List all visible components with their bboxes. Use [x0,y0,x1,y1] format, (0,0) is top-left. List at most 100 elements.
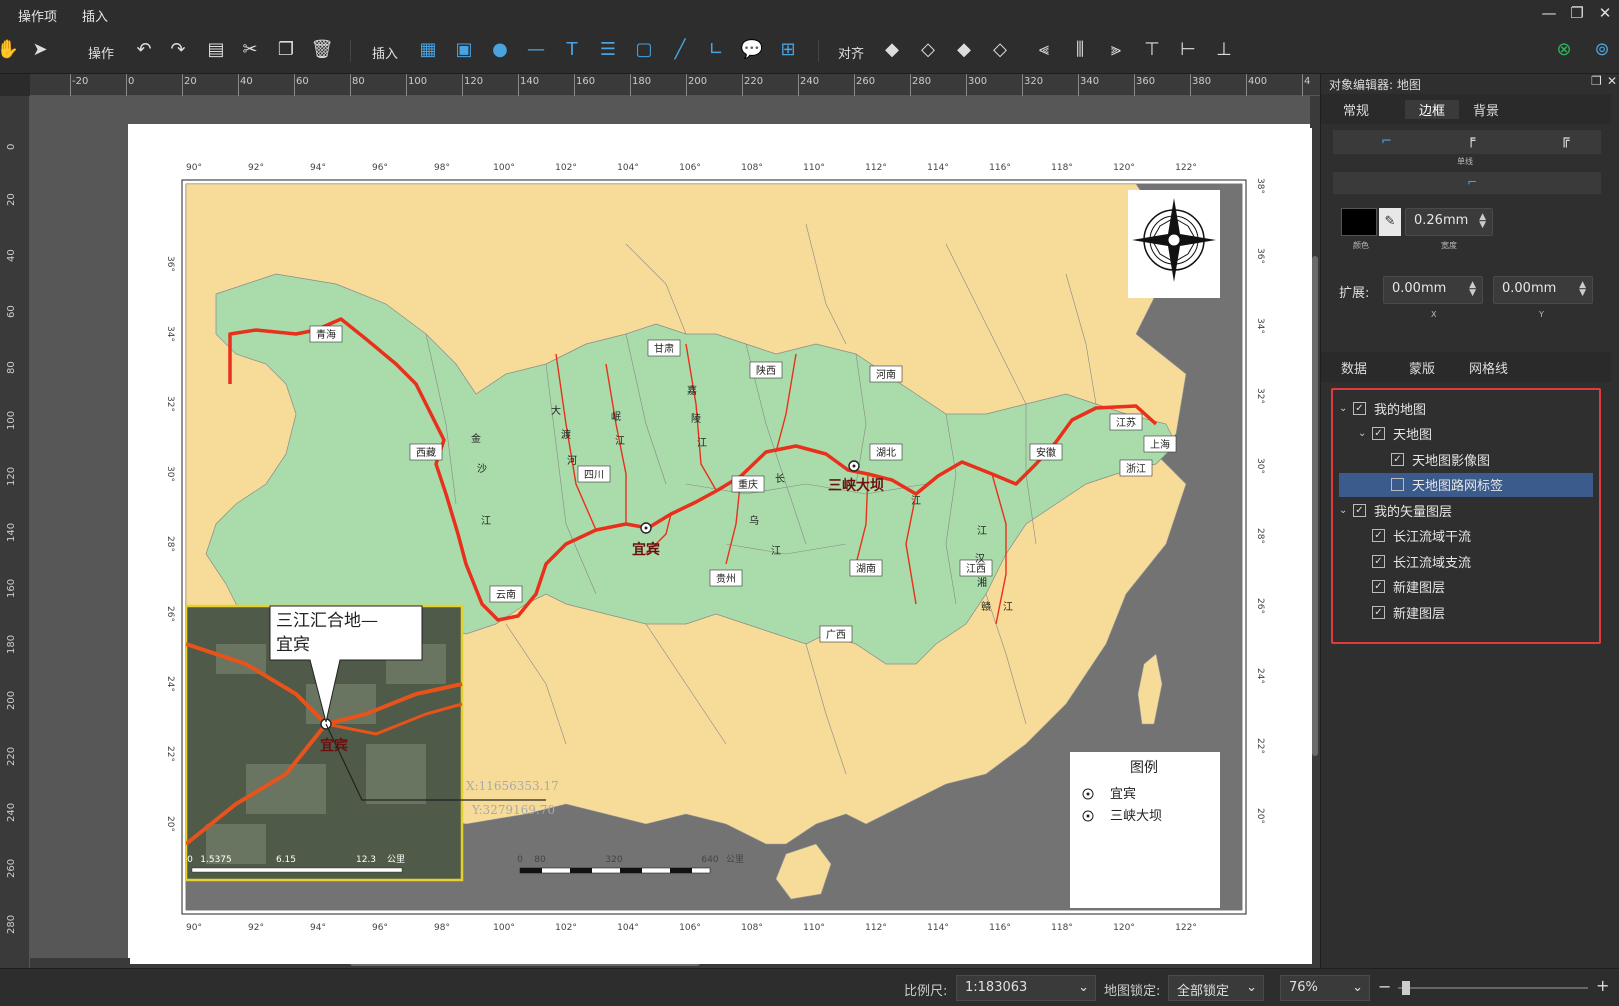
border-corner-icon-2[interactable]: ⌐ [1467,175,1477,189]
menu-ops[interactable]: 操作项 [18,6,57,25]
layer-top-icon[interactable]: ◆ [880,38,904,62]
bottom-lon-label: 110° [803,923,825,933]
link-icon[interactable]: ⊗ [1552,38,1576,62]
overlap-icon[interactable]: ⊚ [1590,38,1614,62]
tab-grid[interactable]: 网格线 [1469,358,1508,377]
expand-x-spin-icon[interactable]: ▲ ▼ [1469,281,1476,298]
layer-checkbox[interactable]: ✓ [1353,503,1366,517]
delete-icon[interactable]: 🗑 [310,38,334,62]
map-frame[interactable]: 青海甘肃陕西 河南西藏四川重庆湖北 安徽江苏上海浙江云南贵州湖南 江西广西金沙江大渡河… [126,124,1316,968]
border-style-row: ⌐ ╒ ╔ [1333,130,1601,154]
redo-icon[interactable]: ↷ [166,38,190,62]
province-label: 湖北 [876,447,896,459]
layer-checkbox[interactable]: ✓ [1391,452,1404,466]
border-width-field[interactable]: 0.26mm ▲ ▼ [1405,208,1493,236]
chevron-down-icon: ⌄ [1352,980,1363,995]
tree-node[interactable]: ⌄ ✓ 我的地图 [1339,396,1593,420]
layer-checkbox[interactable]: ✓ [1372,529,1385,542]
layer-checkbox[interactable]: ✓ [1372,554,1385,568]
tree-node[interactable]: ✓ 天地图影像图 [1339,447,1593,471]
tree-node[interactable]: ✓ 长江流域干流 [1339,524,1593,548]
compass-rose [1128,190,1220,298]
tab-mask[interactable]: 蒙版 [1409,358,1435,377]
menu-insert[interactable]: 插入 [82,6,108,25]
panel-close-icon[interactable]: ✕ [1607,74,1617,88]
align-left-icon[interactable]: ⫷ [1032,38,1056,62]
scale-select[interactable]: 1:183063 ⌄ [956,975,1096,1001]
expand-x-field[interactable]: 0.00mm ▲ ▼ [1383,276,1483,304]
ruler-label: 0 [128,76,135,87]
border-color-swatch[interactable] [1341,208,1377,236]
minimize-icon[interactable]: — [1538,4,1560,24]
tab-data[interactable]: 数据 [1341,358,1367,377]
insert-circle-icon[interactable]: ● [488,38,512,62]
align-bottom-icon[interactable]: ⊥ [1212,38,1236,62]
layer-checkbox[interactable]: ✓ [1353,401,1366,415]
zoom-select[interactable]: 76% ⌄ [1280,975,1370,1001]
expand-chevron-icon[interactable]: ⌄ [1339,403,1353,414]
copy-icon[interactable]: ❐ [274,38,298,62]
layer-checkbox[interactable]: ✓ [1372,580,1385,593]
lock-select[interactable]: 全部锁定 ⌄ [1168,975,1264,1001]
expand-y-field[interactable]: 0.00mm ▲ ▼ [1493,276,1593,304]
eyedropper-icon[interactable]: ✎ [1379,208,1401,236]
top-lon-label: 102° [555,163,577,173]
layer-checkbox[interactable] [1391,478,1404,491]
align-middle-icon[interactable]: ⊢ [1176,38,1200,62]
left-lat-label: 34° [165,326,175,342]
tree-node[interactable]: ⌄ ✓ 我的矢量图层 [1339,498,1593,522]
align-top-icon[interactable]: ⊤ [1140,38,1164,62]
tree-node[interactable]: ✓ 长江流域支流 [1339,549,1593,573]
scale-bar-segment [570,868,592,873]
tree-node[interactable]: 天地图路网标签 [1339,472,1593,497]
border-corner-icon[interactable]: ⌐ [1381,134,1392,149]
restore-icon[interactable]: ❐ [1566,4,1588,24]
panel-float-icon[interactable]: ❐ [1591,74,1602,88]
expand-chevron-icon[interactable]: ⌄ [1358,428,1372,439]
insert-text-icon[interactable]: T [560,38,584,62]
border-double-icon[interactable]: ╔ [1561,132,1569,148]
tab-general[interactable]: 常规 [1343,100,1369,119]
select-all-icon[interactable]: ▤ [204,38,228,62]
ruler-label: 80 [6,361,17,374]
layer-bottom-icon[interactable]: ◇ [988,38,1012,62]
insert-image-icon[interactable]: ▣ [452,38,476,62]
align-center-h-icon[interactable]: ⫼ [1068,38,1092,62]
insert-rect-icon[interactable]: ▢ [632,38,656,62]
tree-node[interactable]: ⌄ ✓ 天地图 [1339,422,1593,446]
width-spin-icon[interactable]: ▲ ▼ [1479,213,1486,230]
river-label: 湘 [977,576,987,589]
expand-chevron-icon[interactable]: ⌄ [1339,505,1353,516]
insert-table-icon[interactable]: ⊞ [776,38,800,62]
layer-up-icon[interactable]: ◇ [916,38,940,62]
expand-y-spin-icon[interactable]: ▲ ▼ [1579,281,1586,298]
select-arrow-icon[interactable]: ➤ [28,38,52,62]
layer-checkbox[interactable]: ✓ [1372,605,1385,619]
insert-line-icon[interactable]: — [524,38,548,62]
layer-checkbox[interactable]: ✓ [1372,427,1385,440]
layer-down-icon[interactable]: ◆ [952,38,976,62]
pan-hand-icon[interactable]: ✋ [0,38,20,62]
tab-border[interactable]: 边框 [1405,100,1460,119]
ruler-label: 180 [6,634,17,654]
scale-label: 80 [534,855,546,865]
cut-icon[interactable]: ✂ [238,38,262,62]
undo-icon[interactable]: ↶ [132,38,156,62]
tree-node[interactable]: ✓ 新建图层 [1339,575,1593,599]
zoom-out-icon[interactable]: − [1378,977,1391,996]
align-right-icon[interactable]: ⫸ [1104,38,1128,62]
zoom-in-icon[interactable]: + [1596,976,1609,995]
insert-callout-icon[interactable]: 💬 [740,38,764,62]
insert-angle-icon[interactable]: ∟ [704,38,728,62]
left-lat-label: 32° [165,396,175,412]
tree-node[interactable]: ✓ 新建图层 [1339,600,1593,624]
insert-list-icon[interactable]: ☰ [596,38,620,62]
border-single-icon[interactable]: ╒ [1467,132,1475,148]
zoom-slider-thumb[interactable] [1402,981,1410,995]
insert-polyline-icon[interactable]: ╱ [668,38,692,62]
close-icon[interactable]: ✕ [1594,4,1616,24]
insert-map-icon[interactable]: ▦ [416,38,440,62]
zoom-slider[interactable] [1398,981,1588,995]
tab-background[interactable]: 背景 [1473,100,1499,119]
river-label: 陵 [691,413,701,425]
